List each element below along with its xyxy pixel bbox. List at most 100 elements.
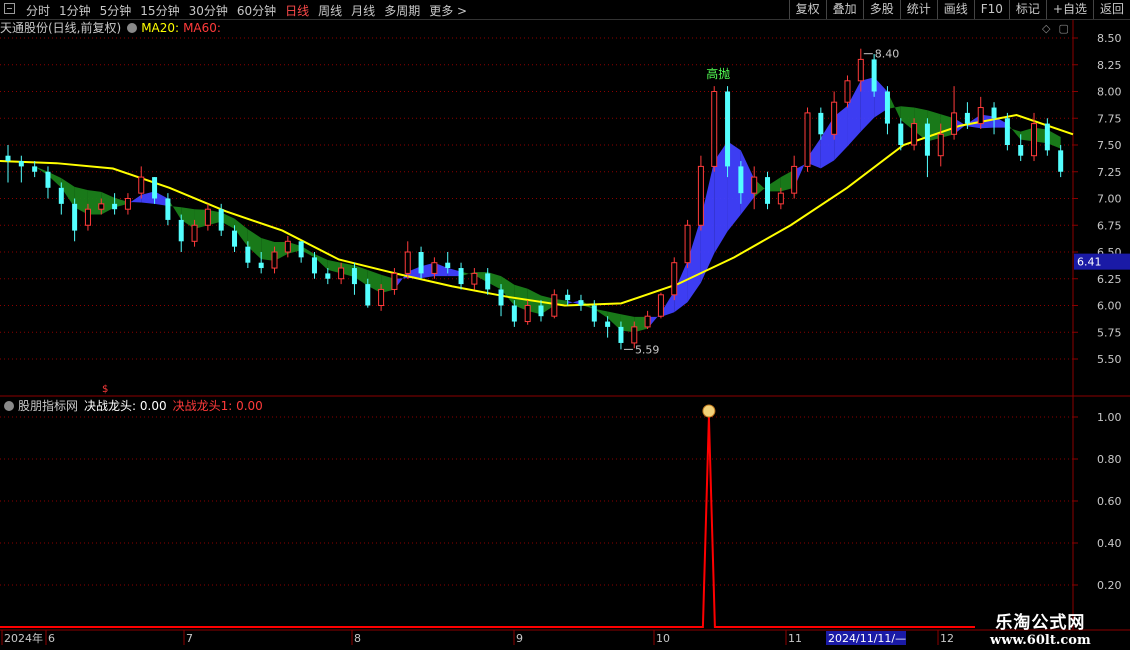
candle-body [524,305,531,323]
candle-body [84,208,91,226]
candle-body [777,192,784,205]
candle-body [1018,145,1024,156]
watermark-logo: 乐淘公式网 www.60lt.com [990,608,1091,648]
candle-body [138,176,145,194]
date-label: 12 [940,632,954,645]
candle-body [911,123,918,146]
kline-chart[interactable]: 8.508.258.007.757.507.257.006.756.506.25… [0,0,1130,650]
candle-body [857,58,864,82]
candle-body [697,165,704,226]
candle-body [871,59,877,92]
candle-body [977,107,984,125]
watermark-url: www.60lt.com [990,633,1091,648]
candle-body [325,273,331,279]
candle-body [458,268,464,285]
candle-body [498,289,504,306]
candle-body [204,208,211,226]
date-label: 9 [516,632,523,645]
candle-body [378,288,385,307]
candle-body [804,112,811,167]
candle-body [32,166,38,172]
candle-body [485,273,491,290]
date-label: 7 [186,632,193,645]
price-tick-label: 7.00 [1097,193,1122,206]
current-price-label: 6.41 [1077,256,1102,269]
date-label: 10 [656,632,670,645]
candle-body [218,209,224,231]
price-tick-label: 8.00 [1097,86,1122,99]
candle-body [657,294,664,317]
price-tick-label: 7.50 [1097,139,1122,152]
candle-body [418,252,424,274]
candle-body [124,198,131,210]
candle-body [725,91,731,167]
candle-body [551,294,558,317]
candle-body [98,203,105,210]
candle-body [684,224,691,264]
price-tick-label: 6.75 [1097,219,1122,232]
high-price-label: 8.40 [875,48,900,61]
candle-body [178,219,184,242]
price-tick-label: 5.75 [1097,326,1122,339]
candle-body [671,262,678,296]
candle-body [818,112,824,135]
candle-body [351,268,357,285]
candle-body [58,187,64,204]
candle-body [765,177,771,204]
price-tick-label: 6.00 [1097,300,1122,313]
candle-body [644,315,651,328]
candle-body [924,123,930,156]
signal-label: 高抛 [706,66,730,81]
candle-body [631,326,638,344]
candle-body [844,80,851,103]
candle-body [937,133,944,157]
candle-body [258,262,264,269]
indicator-tick-label: 0.80 [1097,453,1122,466]
candle-body [884,91,890,124]
candle-body [511,305,517,322]
candle-body [18,161,24,167]
indicator-tick-label: 0.20 [1097,579,1122,592]
price-tick-label: 8.50 [1097,32,1122,45]
price-tick-label: 5.50 [1097,353,1122,366]
candle-body [191,224,198,242]
candle-body [578,300,584,306]
indicator-line [0,416,975,628]
price-tick-label: 7.25 [1097,166,1122,179]
candle-body [338,267,345,280]
money-bag-icon [702,404,716,418]
low-price-label: 5.59 [635,343,660,356]
candle-body [538,305,544,317]
date-label: 6 [48,632,55,645]
date-label: 8 [354,632,361,645]
candle-body [232,230,238,247]
indicator-tick-label: 0.40 [1097,537,1122,550]
date-cursor-label: 2024/11/11/— [828,632,906,645]
candle-body [471,272,478,285]
candle-body [152,177,158,199]
candle-body [1031,123,1038,157]
candle-body [1004,118,1010,145]
money-bag-icon: $ [102,384,108,395]
candle-body [831,101,838,135]
candle-body [298,241,304,258]
candle-body [898,123,904,145]
indicator-tick-label: 1.00 [1097,411,1122,424]
candle-body [284,240,291,253]
candle-body [791,165,798,194]
candle-body [72,203,78,231]
candle-body [245,246,251,263]
indicator-tick-label: 0.60 [1097,495,1122,508]
candle-body [365,284,371,306]
candle-body [991,107,997,119]
candle-body [591,305,597,322]
candle-body [112,203,118,210]
price-tick-label: 7.75 [1097,112,1122,125]
candle-body [445,262,451,269]
candle-body [964,112,970,124]
candle-body [1058,150,1064,172]
date-label: 2024年 [4,631,43,645]
candle-body [751,176,758,194]
candle-body [5,155,11,162]
ma-ribbon-segment [101,191,115,215]
